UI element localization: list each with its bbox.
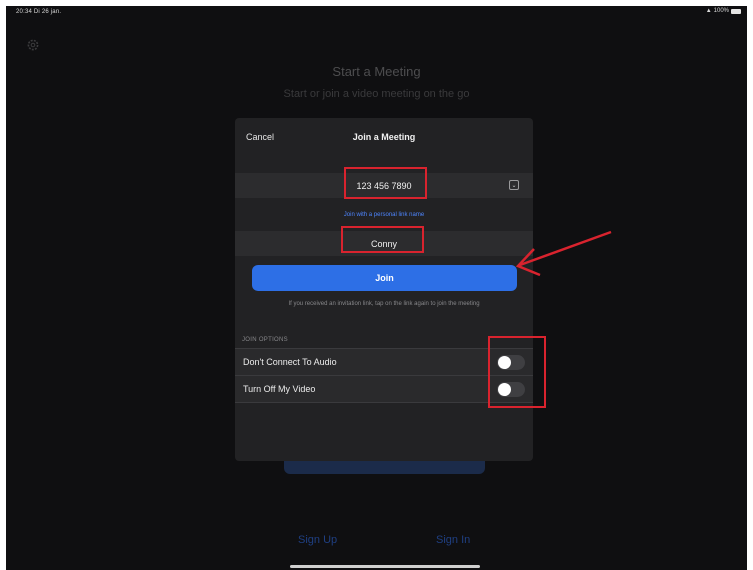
- annotation-arrow: [515, 230, 612, 277]
